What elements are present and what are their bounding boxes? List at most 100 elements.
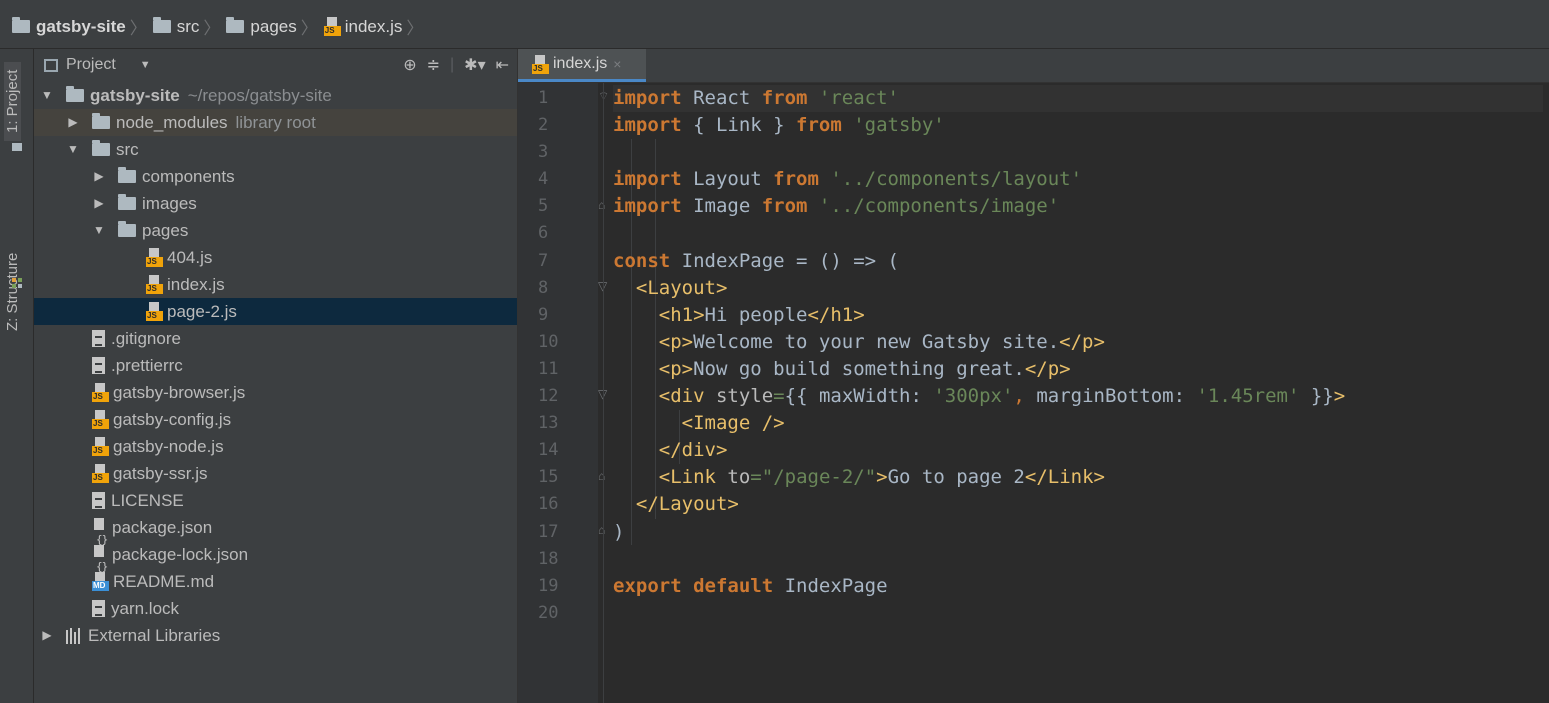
folder-icon (66, 86, 84, 102)
tree-row-404-js[interactable]: JS 404.js (34, 244, 517, 271)
breadcrumb-item-pages[interactable]: pages (226, 17, 297, 37)
breadcrumb-item-src[interactable]: src (152, 17, 199, 37)
code-line: </div> (658, 439, 728, 462)
line-number: 19 (538, 575, 559, 596)
line-number: 8 (538, 277, 549, 298)
tree-row-license[interactable]: LICENSE (34, 487, 517, 514)
line-number: 6 (538, 223, 549, 244)
project-tool-tab[interactable]: 1: Project (4, 61, 21, 141)
code-line: export default IndexPage (613, 574, 888, 597)
js-file-icon: JS (146, 275, 163, 294)
tree-row-src[interactable]: ▼ src (34, 136, 517, 163)
tree-row-root[interactable]: ▼ gatsby-site ~/repos/gatsby-site (34, 82, 517, 109)
code-line: <div style={{ maxWidth: '300px', marginB… (658, 385, 1346, 408)
project-view-selector[interactable]: Project ▼ (44, 56, 151, 74)
fold-end-icon[interactable]: ⌂ (598, 198, 605, 212)
tree-row-pages[interactable]: ▼ pages (34, 217, 517, 244)
tree-row-gatsby-browser-js[interactable]: JS gatsby-browser.js (34, 379, 517, 406)
js-file-icon: JS (146, 248, 163, 267)
tree-row-prettierrc[interactable]: .prettierrc (34, 352, 517, 379)
library-icon (66, 627, 81, 644)
line-number: 14 (538, 440, 559, 461)
code-line: import { Link } from 'gatsby' (613, 114, 945, 137)
tree-row-gatsby-ssr-js[interactable]: JS gatsby-ssr.js (34, 460, 517, 487)
folder-icon (118, 221, 136, 237)
collapsed-arrow-icon[interactable]: ▶ (92, 163, 106, 190)
text-file-icon (92, 492, 105, 509)
tree-row-yarn-lock[interactable]: yarn.lock (34, 595, 517, 622)
code-line: <h1>Hi people</h1> (658, 303, 865, 326)
text-file-icon (92, 600, 105, 617)
breadcrumb-item-gatsby-site[interactable]: gatsby-site (12, 17, 126, 37)
expanded-arrow-icon[interactable]: ▼ (92, 217, 106, 244)
folder-icon (92, 140, 110, 156)
text-file-icon (92, 357, 105, 374)
line-number: 5 (538, 196, 549, 217)
line-number: 12 (538, 386, 559, 407)
js-file-icon: JS (92, 410, 109, 429)
line-number: 10 (538, 331, 559, 352)
line-number: 9 (538, 304, 549, 325)
tree-row-readme-md[interactable]: MD README.md (34, 568, 517, 595)
editor-tab-bar: JS index.js × (518, 49, 1549, 83)
collapsed-arrow-icon[interactable]: ▶ (92, 190, 106, 217)
tree-row-page-2-js[interactable]: JS page-2.js (34, 298, 517, 325)
expanded-arrow-icon[interactable]: ▼ (66, 136, 80, 163)
line-numbers: 1 2 3 4 5 6 7 8 9 10 11 12 13 14 15 16 1… (518, 85, 598, 627)
settings-gear-icon[interactable]: ✱▾ (464, 55, 485, 75)
project-panel-toolbar: Project ▼ ⊕ ≑ | ✱▾ ⇤ (34, 49, 517, 82)
tree-row-gatsby-node-js[interactable]: JS gatsby-node.js (34, 433, 517, 460)
tree-row-components[interactable]: ▶ components (34, 163, 517, 190)
code-line: import React from 'react' (613, 85, 1543, 113)
tree-row-node-modules[interactable]: ▶ node_modules library root (34, 109, 517, 136)
fold-end-icon[interactable]: ⌂ (598, 523, 605, 537)
line-number: 2 (538, 115, 549, 136)
toolbar-separator: | (450, 56, 455, 73)
code-area[interactable]: import React from 'react' import { Link … (613, 85, 1543, 627)
code-line: import Image from '../components/image' (613, 195, 1060, 218)
folder-icon (118, 194, 136, 210)
collapse-all-icon[interactable]: ≑ (427, 55, 440, 75)
expanded-arrow-icon[interactable]: ▼ (40, 82, 54, 109)
tree-row-package-json[interactable]: {} package.json (34, 514, 517, 546)
project-view-icon (44, 58, 58, 72)
editor-tab-index-js[interactable]: JS index.js × (518, 49, 646, 82)
collapsed-arrow-icon[interactable]: ▶ (40, 622, 54, 649)
tree-row-gatsby-config-js[interactable]: JS gatsby-config.js (34, 406, 517, 433)
line-number: 13 (538, 413, 559, 434)
code-editor: JS index.js × 1 2 3 4 5 6 7 8 9 10 11 12… (517, 49, 1549, 703)
structure-tool-tab[interactable]: Z: Structure (4, 247, 21, 337)
tree-row-images[interactable]: ▶ images (34, 190, 517, 217)
tool-window-stripe: 1: Project Z: Structure (0, 49, 34, 703)
text-file-icon (92, 330, 105, 347)
js-file-icon: JS (532, 54, 549, 74)
chevron-right-icon: 〉 (406, 19, 424, 38)
hide-panel-icon[interactable]: ⇤ (496, 55, 509, 75)
code-line: <p>Now go build something great.</p> (658, 357, 1071, 380)
folder-icon (12, 17, 30, 33)
line-number: 11 (538, 358, 559, 379)
folder-icon (118, 167, 136, 183)
line-number: 16 (538, 494, 559, 515)
line-number: 4 (538, 169, 549, 190)
close-tab-icon[interactable]: × (613, 56, 621, 72)
code-line: <p>Welcome to your new Gatsby site.</p> (658, 330, 1105, 353)
code-line: <Link to="/page-2/">Go to page 2</Link> (658, 466, 1105, 489)
locate-file-icon[interactable]: ⊕ (403, 55, 416, 75)
project-icon (12, 143, 22, 151)
json-file-icon: {} (92, 518, 108, 546)
project-panel: Project ▼ ⊕ ≑ | ✱▾ ⇤ ▼ gatsby-site ~/rep… (34, 49, 517, 703)
line-number: 7 (538, 250, 549, 271)
tree-row-package-lock-json[interactable]: {} package-lock.json (34, 541, 517, 573)
fold-end-icon[interactable]: ⌂ (598, 469, 605, 483)
tree-row-gitignore[interactable]: .gitignore (34, 325, 517, 352)
structure-icon (12, 278, 22, 288)
line-number: 1 (538, 88, 549, 108)
collapsed-arrow-icon[interactable]: ▶ (66, 109, 80, 136)
tree-row-index-js[interactable]: JS index.js (34, 271, 517, 298)
tree-row-external-libraries[interactable]: ▶ External Libraries (34, 622, 517, 649)
line-number: 20 (538, 602, 559, 623)
breadcrumb-item-index-js[interactable]: JS index.js (323, 17, 402, 37)
